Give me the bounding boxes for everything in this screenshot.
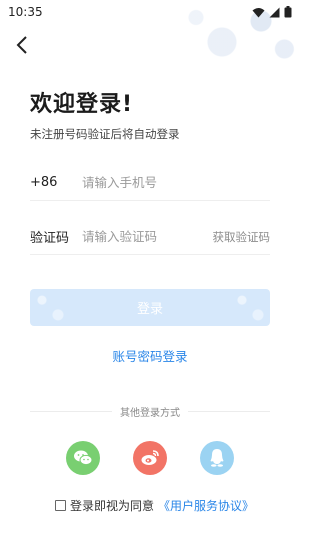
login-button-label: 登录 — [136, 302, 163, 317]
back-button[interactable] — [12, 34, 32, 56]
qq-icon — [210, 449, 224, 467]
code-input[interactable] — [82, 229, 213, 244]
button-decoration-right — [230, 289, 270, 326]
page-subtitle: 未注册号码验证后将自动登录 — [30, 127, 180, 141]
wifi-icon — [252, 7, 265, 17]
weibo-login-button[interactable] — [133, 441, 167, 475]
weibo-icon — [141, 450, 159, 465]
phone-row: +86 — [30, 165, 270, 201]
signal-icon — [269, 7, 280, 17]
get-code-button[interactable]: 获取验证码 — [213, 229, 271, 245]
code-row: 验证码 获取验证码 — [30, 219, 270, 255]
login-button[interactable]: 登录 — [30, 289, 270, 326]
other-login-divider: 其他登录方式 — [30, 403, 270, 419]
chevron-left-icon — [16, 36, 27, 54]
agreement: 登录即视为同意 《用户服务协议》 — [55, 497, 254, 513]
other-login-title: 其他登录方式 — [120, 407, 180, 419]
phone-input[interactable] — [82, 175, 270, 190]
agreement-link[interactable]: 《用户服务协议》 — [158, 497, 254, 514]
status-bar: 10:35 — [0, 0, 300, 24]
qq-login-button[interactable] — [200, 441, 234, 475]
battery-icon — [284, 6, 292, 18]
code-label: 验证码 — [30, 231, 70, 246]
wechat-login-button[interactable] — [66, 441, 100, 475]
status-icons — [252, 6, 292, 18]
country-code[interactable]: +86 — [30, 175, 82, 190]
agreement-text: 登录即视为同意 — [70, 498, 155, 513]
divider-line-right — [188, 410, 270, 412]
divider-line-left — [30, 410, 112, 412]
password-login-link[interactable]: 账号密码登录 — [0, 346, 300, 365]
button-decoration-left — [30, 289, 70, 326]
page-title: 欢迎登录! — [30, 92, 134, 117]
status-time: 10:35 — [8, 5, 43, 19]
wechat-icon — [74, 450, 93, 466]
agreement-checkbox[interactable] — [55, 499, 66, 511]
